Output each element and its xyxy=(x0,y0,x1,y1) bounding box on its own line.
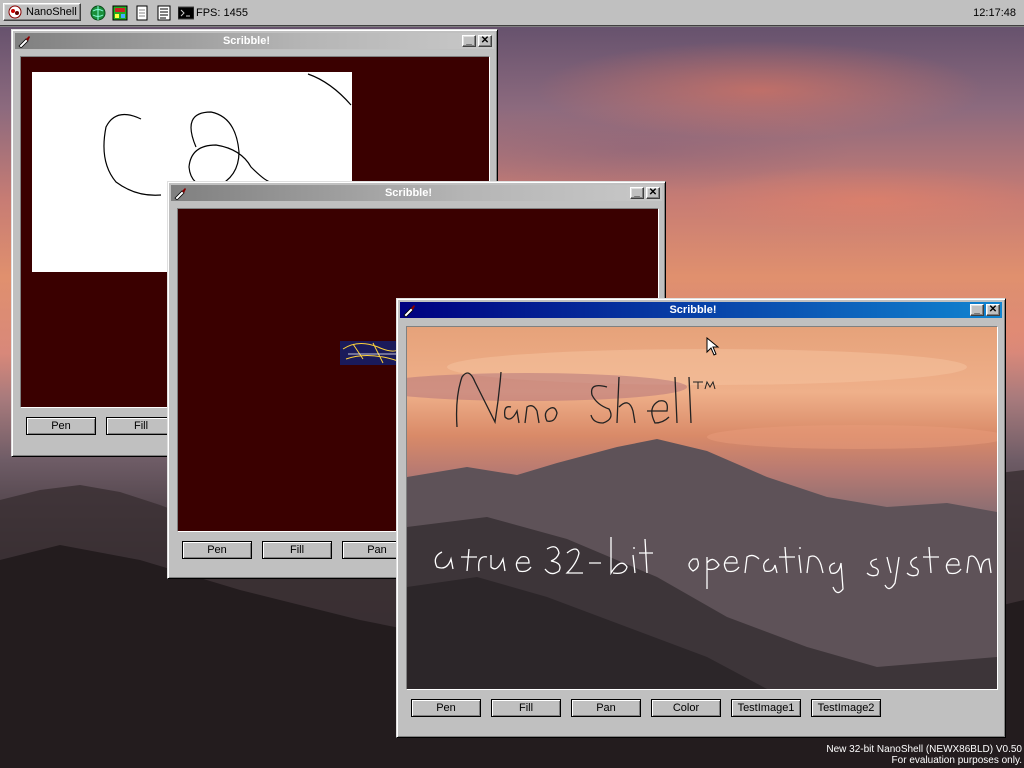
version-watermark: New 32-bit NanoShell (NEWX86BLD) V0.50 F… xyxy=(826,744,1022,766)
fill-button[interactable]: Fill xyxy=(491,699,561,717)
testimage2-button[interactable]: TestImage2 xyxy=(811,699,881,717)
pen-button[interactable]: Pen xyxy=(26,417,96,435)
clock: 12:17:48 xyxy=(973,7,1016,19)
window-1-title: Scribble! xyxy=(222,35,271,47)
pen-button[interactable]: Pen xyxy=(411,699,481,717)
testimage1-button[interactable]: TestImage1 xyxy=(731,699,801,717)
start-button[interactable]: NanoShell xyxy=(3,3,81,21)
start-label: NanoShell xyxy=(26,6,77,18)
pen-app-icon xyxy=(403,305,415,317)
terminal-icon[interactable] xyxy=(178,5,194,21)
notepad-icon[interactable] xyxy=(134,5,150,21)
fill-button[interactable]: Fill xyxy=(262,541,332,559)
window-3-canvas[interactable] xyxy=(406,326,998,690)
minimize-button[interactable]: _ xyxy=(970,304,984,316)
handwriting-strokes xyxy=(434,371,992,594)
pen-app-icon xyxy=(18,36,30,48)
close-button[interactable]: ✕ xyxy=(986,304,1000,316)
minimize-button[interactable]: _ xyxy=(462,35,476,47)
pan-button[interactable]: Pan xyxy=(571,699,641,717)
window-2-titlebar[interactable]: Scribble! _ ✕ xyxy=(171,185,662,201)
minimize-button[interactable]: _ xyxy=(630,187,644,199)
watermark-line-2: For evaluation purposes only. xyxy=(891,755,1022,766)
close-button[interactable]: ✕ xyxy=(646,187,660,199)
document-icon[interactable] xyxy=(156,5,172,21)
fps-counter: FPS: 1455 xyxy=(196,7,248,19)
window-3-titlebar[interactable]: Scribble! _ ✕ xyxy=(400,302,1002,318)
close-button[interactable]: ✕ xyxy=(478,35,492,47)
nanoshell-logo-icon xyxy=(8,5,22,19)
pen-app-icon xyxy=(174,188,186,200)
mouse-cursor-icon xyxy=(706,337,720,356)
pen-button[interactable]: Pen xyxy=(182,541,252,559)
scribble-window-3[interactable]: Scribble! _ ✕ Pen Fill Pan Color TestIma… xyxy=(396,298,1006,738)
globe-icon[interactable] xyxy=(90,5,106,21)
window-1-titlebar[interactable]: Scribble! _ ✕ xyxy=(15,33,494,49)
taskbar: NanoShell FPS: 1455 12:17:48 xyxy=(0,0,1024,27)
window-2-title: Scribble! xyxy=(384,187,433,199)
calculator-icon[interactable] xyxy=(112,5,128,21)
color-button[interactable]: Color xyxy=(651,699,721,717)
window-3-title: Scribble! xyxy=(669,304,717,316)
fill-button[interactable]: Fill xyxy=(106,417,176,435)
watermark-line-1: New 32-bit NanoShell (NEWX86BLD) V0.50 xyxy=(826,744,1022,755)
